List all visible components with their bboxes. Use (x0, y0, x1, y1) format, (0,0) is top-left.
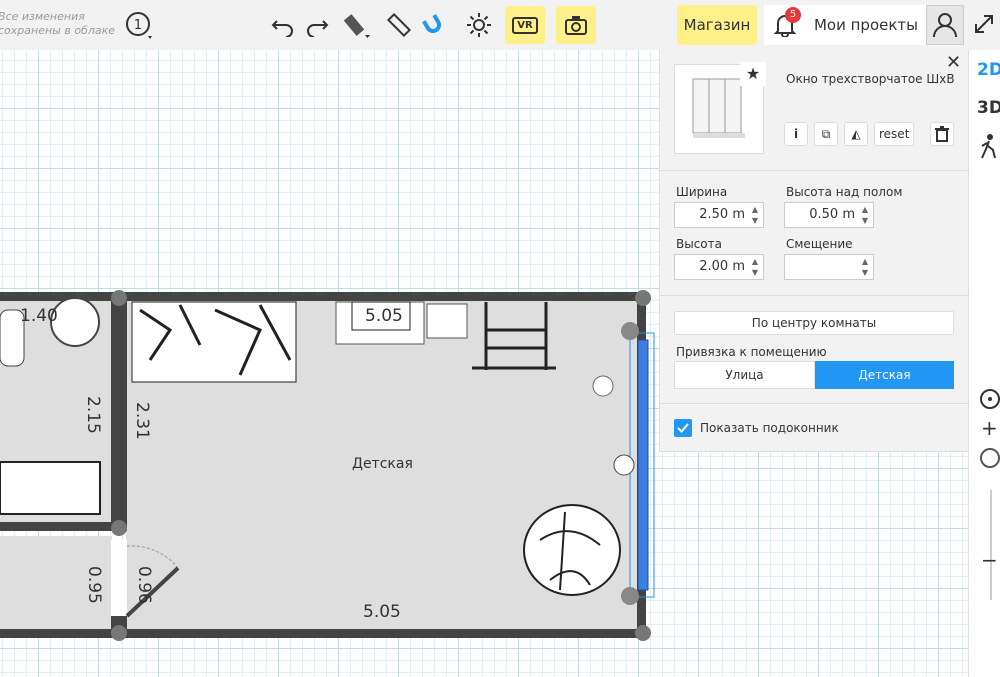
wall-middle-upper (111, 296, 127, 522)
wall-bottom (0, 629, 648, 638)
wall-top (0, 292, 648, 301)
resize-handle-icon (621, 322, 639, 340)
divider (660, 170, 969, 171)
favorite-star-icon[interactable]: ★ (740, 62, 766, 86)
notifications-button[interactable]: 5 (764, 5, 806, 45)
toy (592, 375, 614, 397)
camera-icon (565, 16, 587, 35)
save-status-line2: сохранены в облаке (0, 24, 116, 37)
vr-button[interactable]: VR (505, 6, 545, 44)
room-binding-label: Привязка к помещению (676, 345, 827, 359)
my-projects-button[interactable]: Мои проекты (806, 5, 926, 45)
binding-option-kids-room[interactable]: Детская (815, 361, 954, 389)
corner-node (111, 290, 127, 306)
zoom-out-icon[interactable]: − (981, 548, 998, 572)
divider (660, 403, 969, 404)
show-sill-checkbox[interactable] (674, 419, 692, 437)
height-label: Высота (676, 237, 722, 251)
dimension-door-a: 0.95 (84, 566, 104, 604)
width-label: Ширина (676, 185, 728, 199)
height-spinner[interactable]: ▲ ▼ (749, 256, 761, 278)
width-input[interactable]: 2.50 m ▲ ▼ (674, 202, 764, 228)
notifications-badge: 5 (785, 7, 801, 23)
fullscreen-icon[interactable] (972, 12, 996, 40)
bed (131, 301, 297, 383)
divider (660, 295, 969, 296)
wall-tool-icon[interactable] (342, 10, 372, 40)
height-input[interactable]: 2.00 m ▲ ▼ (674, 254, 764, 280)
level-number: 1 (134, 18, 142, 33)
dimension-top: 5.05 (363, 306, 405, 326)
view-3d-tab[interactable]: 3D (977, 98, 1000, 118)
corner-node (635, 290, 651, 306)
sink (0, 461, 101, 515)
dimension-door-b: 0.96 (134, 566, 154, 604)
wall-adjacent-bottom (0, 522, 127, 531)
center-in-room-button[interactable]: По центру комнаты (674, 311, 954, 335)
dimension-bottom: 5.05 (363, 602, 401, 622)
shelf (426, 303, 468, 339)
center-view-icon[interactable] (979, 388, 1000, 414)
shop-button[interactable]: Магазин (677, 5, 757, 45)
mirror-icon[interactable]: ◭ (844, 122, 868, 146)
binding-option-street[interactable]: Улица (674, 361, 815, 389)
dimension-left-top: 1.40 (20, 306, 58, 326)
height-above-floor-value: 0.50 m (809, 207, 855, 222)
sun-icon[interactable] (464, 10, 494, 40)
screenshot-button[interactable] (556, 6, 596, 44)
height-above-floor-label: Высота над полом (786, 185, 903, 199)
save-status-line1: Все изменения (0, 10, 85, 23)
redo-icon[interactable] (302, 10, 332, 40)
height-value: 2.00 m (699, 259, 745, 274)
washing-machine (50, 297, 100, 347)
corner-node (635, 625, 651, 641)
vr-icon: VR (512, 16, 538, 34)
dimension-left-room: 2.31 (132, 402, 152, 440)
zoom-slider-track[interactable] (990, 490, 992, 600)
width-spinner[interactable]: ▲ ▼ (749, 204, 761, 226)
height-above-floor-input[interactable]: 0.50 m ▲ ▼ (784, 202, 874, 228)
offset-input[interactable]: ▲ ▼ (784, 254, 874, 280)
height-above-floor-spinner[interactable]: ▲ ▼ (859, 204, 871, 226)
user-avatar[interactable] (926, 5, 964, 45)
width-value: 2.50 m (699, 207, 745, 222)
level-selector[interactable]: 1 (124, 10, 154, 40)
top-toolbar: Все изменения сохранены в облаке 1 VR Ма… (0, 0, 1000, 50)
walk-mode-icon[interactable] (979, 134, 999, 164)
user-icon (933, 13, 957, 38)
corner-node (111, 520, 127, 536)
properties-panel: ✕ ★ Окно трехстворчатое ШхВ i ⧉ ◭ reset … (659, 50, 969, 452)
show-sill-label: Показать подоконник (700, 421, 839, 435)
reset-button[interactable]: reset (874, 122, 915, 146)
trash-icon[interactable] (930, 122, 954, 146)
room-binding-selector[interactable]: Улица Детская (674, 361, 954, 389)
view-rail: 2D 3D + − (968, 50, 1000, 677)
offset-spinner[interactable]: ▲ ▼ (859, 256, 871, 278)
ruler-icon[interactable] (384, 10, 414, 40)
corner-node (111, 625, 127, 641)
zoom-slider-knob[interactable] (980, 448, 1000, 468)
save-status: Все изменения сохранены в облаке (0, 10, 115, 38)
item-name: Окно трехстворчатое ШхВ (786, 72, 955, 86)
zoom-in-icon[interactable]: + (981, 416, 998, 440)
door-opening (111, 540, 127, 616)
close-icon[interactable]: ✕ (946, 52, 961, 73)
view-2d-tab[interactable]: 2D (977, 60, 1000, 80)
resize-handle-icon (621, 587, 639, 605)
lamp (613, 454, 635, 476)
undo-icon[interactable] (268, 10, 298, 40)
dimension-adjacent: 2.15 (83, 396, 103, 434)
bean-bag (523, 504, 621, 596)
offset-label: Смещение (786, 237, 853, 251)
magnet-icon[interactable] (418, 10, 448, 40)
window-selected (637, 339, 649, 591)
duplicate-icon[interactable]: ⧉ (814, 122, 838, 146)
room-name-label[interactable]: Детская (352, 456, 413, 472)
info-icon[interactable]: i (784, 122, 808, 146)
